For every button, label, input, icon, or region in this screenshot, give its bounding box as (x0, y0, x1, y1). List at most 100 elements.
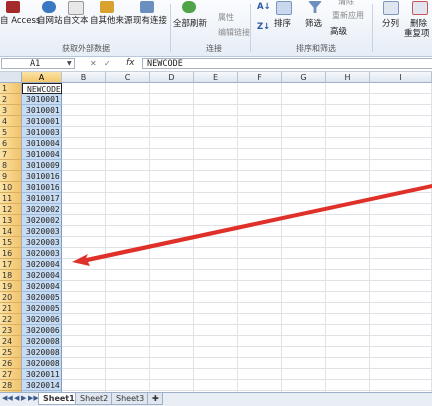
empty-cell[interactable] (326, 127, 370, 138)
empty-cell[interactable] (62, 138, 106, 149)
row-header[interactable]: 17 (0, 259, 22, 270)
empty-cell[interactable] (238, 149, 282, 160)
empty-cell[interactable] (282, 116, 326, 127)
empty-cell[interactable] (106, 380, 150, 391)
empty-cell[interactable] (150, 116, 194, 127)
empty-cell[interactable] (282, 369, 326, 380)
column-header-b[interactable]: B (62, 72, 106, 83)
empty-cell[interactable] (194, 259, 238, 270)
empty-cell[interactable] (238, 171, 282, 182)
empty-cell[interactable] (62, 149, 106, 160)
empty-cell[interactable] (326, 347, 370, 358)
column-header-f[interactable]: F (238, 72, 282, 83)
empty-cell[interactable] (238, 215, 282, 226)
empty-cell[interactable] (106, 259, 150, 270)
empty-cell[interactable] (326, 369, 370, 380)
empty-cell[interactable] (282, 303, 326, 314)
column-header-d[interactable]: D (150, 72, 194, 83)
insert-function-icon[interactable]: fx (126, 58, 135, 68)
empty-cell[interactable] (106, 314, 150, 325)
empty-cell[interactable] (326, 226, 370, 237)
sort-button[interactable]: 排序 (274, 17, 291, 29)
row-header[interactable]: 15 (0, 237, 22, 248)
empty-cell[interactable] (238, 204, 282, 215)
empty-cell[interactable] (238, 325, 282, 336)
empty-cell[interactable] (326, 204, 370, 215)
empty-cell[interactable] (370, 325, 432, 336)
empty-cell[interactable] (150, 325, 194, 336)
empty-cell[interactable] (326, 193, 370, 204)
row-header[interactable]: 2 (0, 94, 22, 105)
empty-cell[interactable] (282, 259, 326, 270)
column-header-a[interactable]: A (22, 72, 62, 83)
empty-cell[interactable] (326, 380, 370, 391)
empty-cell[interactable] (326, 149, 370, 160)
cell-a[interactable]: 3020006 (22, 325, 62, 336)
cell-a[interactable]: 3010003 (22, 127, 62, 138)
empty-cell[interactable] (370, 171, 432, 182)
empty-cell[interactable] (194, 303, 238, 314)
empty-cell[interactable] (150, 358, 194, 369)
edit-links-button[interactable]: 编辑链接 (218, 27, 250, 38)
empty-cell[interactable] (194, 182, 238, 193)
empty-cell[interactable] (62, 259, 106, 270)
empty-cell[interactable] (370, 270, 432, 281)
empty-cell[interactable] (238, 193, 282, 204)
empty-cell[interactable] (62, 292, 106, 303)
empty-cell[interactable] (106, 226, 150, 237)
empty-cell[interactable] (106, 182, 150, 193)
empty-cell[interactable] (238, 83, 282, 94)
empty-cell[interactable] (370, 138, 432, 149)
empty-cell[interactable] (326, 138, 370, 149)
empty-cell[interactable] (194, 193, 238, 204)
cell-a[interactable]: 3010004 (22, 149, 62, 160)
empty-cell[interactable] (150, 281, 194, 292)
empty-cell[interactable] (238, 116, 282, 127)
empty-cell[interactable] (370, 248, 432, 259)
empty-cell[interactable] (106, 369, 150, 380)
empty-cell[interactable] (282, 182, 326, 193)
empty-cell[interactable] (106, 325, 150, 336)
empty-cell[interactable] (150, 105, 194, 116)
empty-cell[interactable] (62, 171, 106, 182)
row-header[interactable]: 19 (0, 281, 22, 292)
empty-cell[interactable] (370, 259, 432, 270)
empty-cell[interactable] (238, 303, 282, 314)
empty-cell[interactable] (370, 149, 432, 160)
prev-sheet-icon[interactable]: ◀ (14, 394, 19, 402)
empty-cell[interactable] (238, 160, 282, 171)
row-header[interactable]: 24 (0, 336, 22, 347)
empty-cell[interactable] (238, 226, 282, 237)
cell-a[interactable]: 3020004 (22, 259, 62, 270)
cell-a[interactable]: 3010009 (22, 160, 62, 171)
empty-cell[interactable] (238, 259, 282, 270)
empty-cell[interactable] (370, 358, 432, 369)
active-cell[interactable]: NEWCODE (22, 83, 62, 94)
empty-cell[interactable] (326, 116, 370, 127)
row-header[interactable]: 14 (0, 226, 22, 237)
empty-cell[interactable] (62, 270, 106, 281)
empty-cell[interactable] (370, 127, 432, 138)
empty-cell[interactable] (238, 292, 282, 303)
empty-cell[interactable] (194, 248, 238, 259)
cell-a[interactable]: 3020003 (22, 237, 62, 248)
empty-cell[interactable] (106, 248, 150, 259)
empty-cell[interactable] (194, 358, 238, 369)
cell-a[interactable]: 3010001 (22, 116, 62, 127)
cell-a[interactable]: 3020005 (22, 292, 62, 303)
empty-cell[interactable] (150, 171, 194, 182)
empty-cell[interactable] (194, 149, 238, 160)
empty-cell[interactable] (62, 237, 106, 248)
empty-cell[interactable] (106, 160, 150, 171)
cell-a[interactable]: 3020005 (22, 303, 62, 314)
empty-cell[interactable] (194, 380, 238, 391)
empty-cell[interactable] (62, 160, 106, 171)
empty-cell[interactable] (326, 237, 370, 248)
cell-a[interactable]: 3010001 (22, 105, 62, 116)
empty-cell[interactable] (194, 336, 238, 347)
empty-cell[interactable] (370, 336, 432, 347)
row-header[interactable]: 6 (0, 138, 22, 149)
empty-cell[interactable] (106, 303, 150, 314)
row-header[interactable]: 23 (0, 325, 22, 336)
cell-a[interactable]: 3020003 (22, 226, 62, 237)
